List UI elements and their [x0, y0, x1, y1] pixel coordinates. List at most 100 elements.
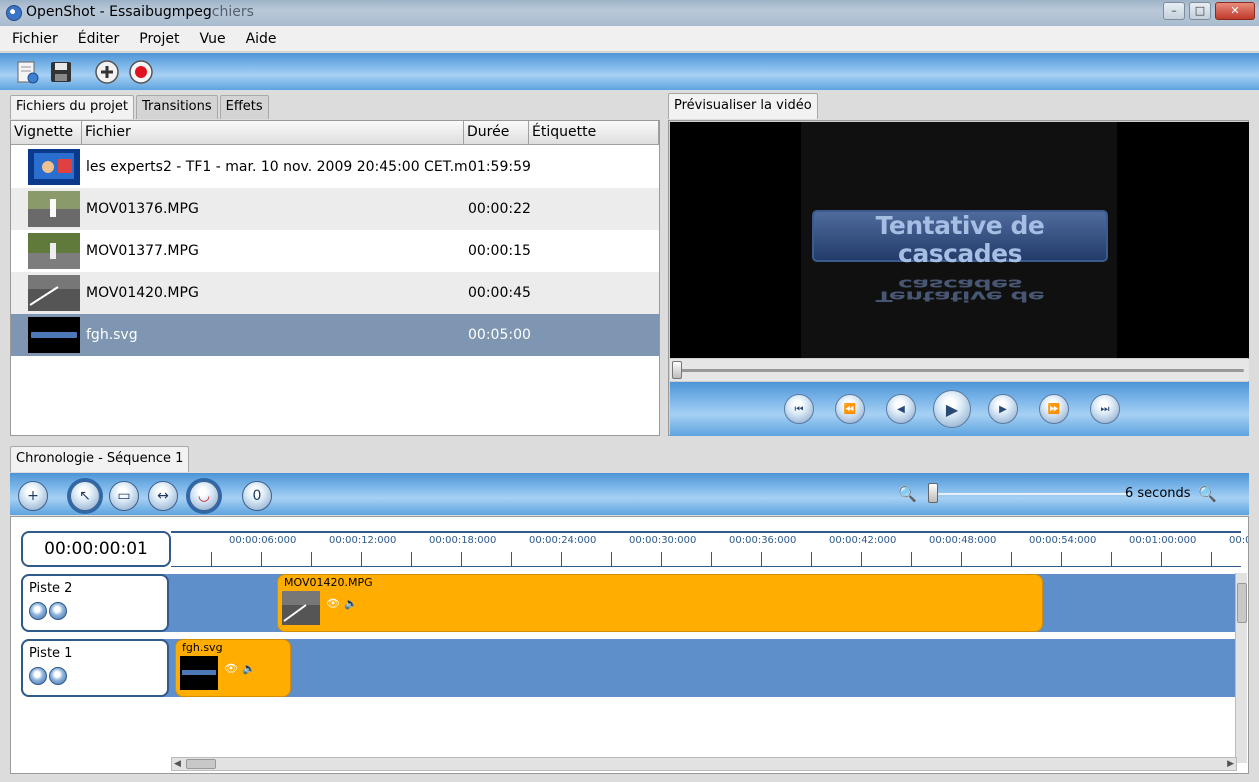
track-piste-2[interactable]: Piste 2 MOV01420.MPG 👁 🔈 [21, 574, 1237, 632]
project-tabs: Fichiers du projet Transitions Effets [10, 95, 269, 119]
file-list-header: Vignette Fichier Durée Étiquette [11, 121, 659, 145]
preview-seek-bar[interactable] [670, 359, 1249, 381]
main-toolbar [0, 53, 1259, 90]
clip-mov01420[interactable]: MOV01420.MPG 👁 🔈 [277, 574, 1043, 632]
file-name: MOV01376.MPG [86, 201, 199, 217]
track-visibility-icon[interactable] [29, 667, 47, 685]
file-name: MOV01420.MPG [86, 285, 199, 301]
file-row[interactable]: MOV01376.MPG 00:00:22 [11, 188, 659, 230]
minimize-button[interactable]: – [1163, 2, 1185, 20]
file-duration: 01:59:59 [468, 159, 531, 175]
menu-projet[interactable]: Projet [135, 31, 183, 47]
clip-visible-icon[interactable]: 👁 [224, 662, 238, 675]
ruler-label: 00:00:48:000 [929, 535, 997, 546]
track-visibility-icon[interactable] [29, 602, 47, 620]
arrow-pointer-icon: ↖ [79, 488, 91, 504]
file-row[interactable]: MOV01377.MPG 00:00:15 [11, 230, 659, 272]
track-piste-1[interactable]: Piste 1 fgh.svg 👁 🔈 [21, 639, 1237, 697]
clip-visible-icon[interactable]: 👁 [326, 597, 340, 610]
clip-fgh-svg[interactable]: fgh.svg 👁 🔈 [175, 639, 291, 697]
video-canvas: Tentative de cascades Tentative de casca… [670, 122, 1249, 358]
zoom-slider-handle[interactable] [928, 483, 938, 503]
menu-vue[interactable]: Vue [195, 31, 229, 47]
next-marker-button[interactable]: ⏩ [1039, 394, 1069, 424]
image-thumbnail [28, 317, 80, 353]
jump-end-button[interactable]: ⏭ [1090, 394, 1120, 424]
ruler-label: 00:00:54:000 [1029, 535, 1097, 546]
preview-tabs: Prévisualiser la vidéo [668, 93, 818, 119]
razor-tool-button[interactable]: ▭ [109, 481, 139, 511]
project-files-list: Vignette Fichier Durée Étiquette les exp… [10, 120, 660, 436]
select-tool-button[interactable]: ↖ [70, 481, 100, 511]
track-audio-icon[interactable] [49, 602, 67, 620]
add-marker-button[interactable]: 0 [242, 481, 272, 511]
timecode-display: 00:00:00:01 [21, 531, 171, 567]
ruler-label: 00:01:00:000 [1129, 535, 1197, 546]
save-icon[interactable] [48, 59, 74, 85]
title-bar: OpenShot - Essaibugmpegchiers – □ ✕ [0, 0, 1259, 26]
video-preview-panel: Tentative de cascades Tentative de casca… [668, 120, 1249, 436]
track-header: Piste 1 [21, 639, 169, 697]
play-button[interactable]: ▶ [933, 390, 971, 428]
timeline-horizontal-scrollbar[interactable]: ◀ ▶ [171, 757, 1237, 771]
scroll-right-icon[interactable]: ▶ [1227, 759, 1234, 769]
tab-effects[interactable]: Effets [219, 95, 269, 119]
column-label[interactable]: Étiquette [529, 121, 659, 144]
file-name: MOV01377.MPG [86, 243, 199, 259]
magnet-icon: ◡ [197, 488, 211, 504]
track-audio-icon[interactable] [49, 667, 67, 685]
close-button[interactable]: ✕ [1215, 2, 1255, 20]
timeline-ruler[interactable]: 00:00:06:000 00:00:12:000 00:00:18:000 0… [171, 531, 1248, 567]
column-duration[interactable]: Durée [464, 121, 529, 144]
file-row[interactable]: les experts2 - TF1 - mar. 10 nov. 2009 2… [11, 146, 659, 188]
zoom-out-icon[interactable]: 🔍 [1198, 485, 1217, 503]
add-icon[interactable] [94, 59, 120, 85]
menu-fichier[interactable]: Fichier [8, 31, 62, 47]
column-thumbnail[interactable]: Vignette [11, 121, 82, 144]
tab-project-files[interactable]: Fichiers du projet [10, 95, 134, 119]
record-icon[interactable] [128, 59, 154, 85]
fast-forward-button[interactable]: ▶ [988, 394, 1018, 424]
file-row-selected[interactable]: fgh.svg 00:05:00 [11, 314, 659, 356]
razor-icon: ▭ [117, 488, 131, 504]
resize-arrows-icon: ↔ [157, 488, 169, 504]
track-name: Piste 2 [29, 581, 73, 596]
ruler-label: 00:0 [1229, 535, 1248, 546]
timeline-vertical-scrollbar[interactable] [1235, 573, 1247, 763]
openshot-app-icon [6, 5, 22, 21]
clip-audio-icon[interactable]: 🔈 [242, 662, 256, 675]
tab-timeline-sequence[interactable]: Chronologie - Séquence 1 [10, 446, 190, 472]
previous-marker-button[interactable]: ⏪ [835, 394, 865, 424]
video-thumbnail [28, 149, 80, 185]
clip-audio-icon[interactable]: 🔈 [344, 597, 358, 610]
file-row[interactable]: MOV01420.MPG 00:00:45 [11, 272, 659, 314]
scroll-left-icon[interactable]: ◀ [174, 759, 181, 769]
tab-transitions[interactable]: Transitions [136, 95, 218, 119]
new-project-icon[interactable] [14, 59, 40, 85]
add-track-button[interactable]: + [18, 481, 48, 511]
menu-editer[interactable]: Éditer [74, 31, 123, 47]
zoom-in-icon[interactable]: 🔍 [898, 485, 917, 503]
ruler-label: 00:00:30:000 [629, 535, 697, 546]
video-thumbnail [28, 275, 80, 311]
clip-thumbnail [180, 656, 218, 690]
menu-aide[interactable]: Aide [242, 31, 281, 47]
maximize-button[interactable]: □ [1189, 2, 1211, 20]
jump-start-button[interactable]: ⏮ [784, 394, 814, 424]
vertical-scroll-thumb[interactable] [1237, 583, 1247, 623]
zoom-slider-track[interactable] [930, 493, 1130, 495]
timeline-tabs: Chronologie - Séquence 1 [10, 446, 190, 472]
rewind-button[interactable]: ◀ [886, 394, 916, 424]
ruler-label: 00:00:12:000 [329, 535, 397, 546]
timeline-area: 00:00:00:01 00:00:06:000 00:00:12:000 00… [10, 516, 1249, 774]
column-file[interactable]: Fichier [82, 121, 464, 144]
marker-icon: 0 [252, 488, 262, 504]
horizontal-scroll-thumb[interactable] [186, 759, 216, 769]
snapping-toggle-button[interactable]: ◡ [189, 481, 219, 511]
seek-handle[interactable] [672, 361, 682, 379]
resize-tool-button[interactable]: ↔ [148, 481, 178, 511]
tab-preview-video[interactable]: Prévisualiser la vidéo [668, 93, 818, 119]
track-header: Piste 2 [21, 574, 169, 632]
clip-name: fgh.svg [182, 641, 223, 654]
timeline-toolbar: + ↖ ▭ ↔ ◡ 0 🔍 6 seconds 🔍 [10, 473, 1249, 515]
